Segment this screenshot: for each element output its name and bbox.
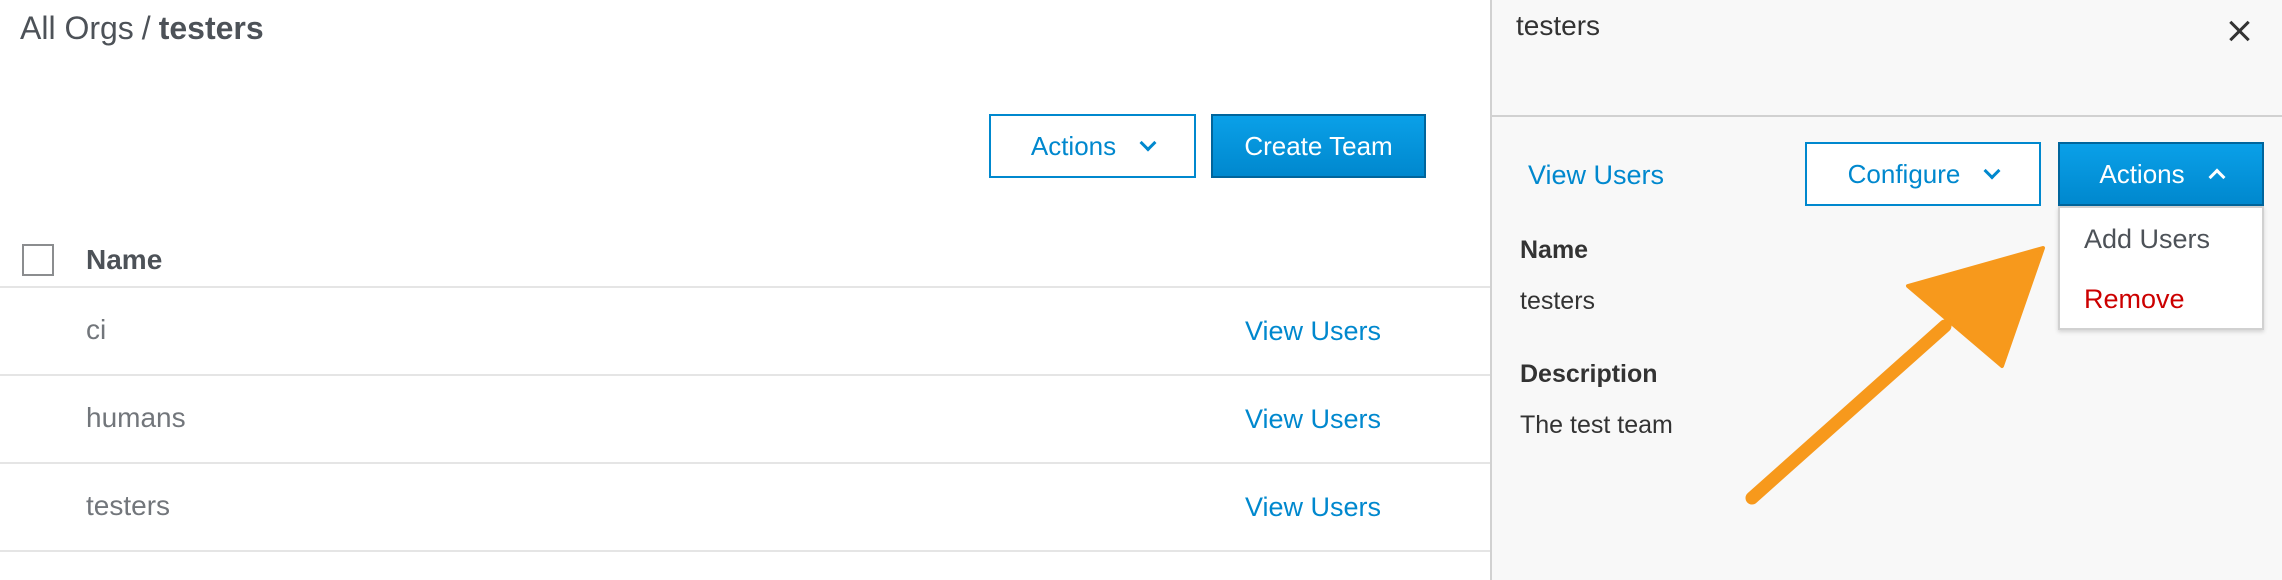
detail-description-label: Description	[1520, 360, 1658, 388]
table-row[interactable]: testers View Users	[0, 464, 1490, 552]
detail-name-value: testers	[1520, 287, 1596, 315]
create-team-label: Create Team	[1244, 130, 1393, 161]
team-name: testers	[86, 490, 171, 521]
configure-dropdown-button[interactable]: Configure	[1805, 142, 2041, 206]
breadcrumb: All Orgs / testers	[20, 10, 264, 47]
menu-item-remove[interactable]: Remove	[2084, 284, 2185, 315]
chevron-down-icon	[1139, 134, 1157, 152]
column-header-name[interactable]: Name	[86, 244, 162, 276]
breadcrumb-root[interactable]: All Orgs	[20, 10, 134, 46]
breadcrumb-current: testers	[158, 10, 264, 46]
table-row[interactable]: humans View Users	[0, 376, 1490, 464]
view-users-link[interactable]: View Users	[1245, 492, 1381, 523]
detail-description-value: The test team	[1520, 411, 1673, 439]
actions-dropdown-button[interactable]: Actions	[989, 114, 1196, 178]
select-all-checkbox[interactable]	[22, 244, 54, 276]
panel-title: testers	[1516, 10, 1601, 41]
team-name: humans	[86, 402, 186, 433]
table-header: Name	[0, 232, 1490, 288]
breadcrumb-separator: /	[141, 10, 151, 46]
close-icon[interactable]	[2224, 16, 2254, 46]
panel-actions-label: Actions	[2099, 158, 2185, 189]
configure-button-label: Configure	[1847, 158, 1961, 189]
detail-name-label: Name	[1520, 236, 1589, 264]
create-team-button[interactable]: Create Team	[1211, 114, 1426, 178]
actions-dropdown-menu: Add Users Remove	[2058, 206, 2264, 330]
teams-list-pane: All Orgs / testers Actions Create Team Nam…	[0, 0, 1490, 580]
app-window: All Orgs / testers Actions Create Team Nam…	[0, 0, 2282, 580]
table-row[interactable]: ci View Users	[0, 288, 1490, 376]
team-name: ci	[86, 314, 107, 345]
panel-view-users-link[interactable]: View Users	[1528, 160, 1664, 191]
chevron-down-icon	[1983, 162, 2001, 180]
menu-item-add-users[interactable]: Add Users	[2084, 224, 2210, 255]
teams-table: Name ci View Users humans View Users tes…	[0, 232, 1490, 552]
panel-actions-dropdown-button[interactable]: Actions	[2058, 142, 2264, 206]
actions-button-label: Actions	[1030, 130, 1117, 161]
chevron-up-icon	[2208, 168, 2226, 186]
panel-divider	[1492, 115, 2282, 117]
view-users-link[interactable]: View Users	[1245, 404, 1381, 435]
view-users-link[interactable]: View Users	[1245, 316, 1381, 347]
arrow-annotation-icon	[1745, 246, 2045, 505]
